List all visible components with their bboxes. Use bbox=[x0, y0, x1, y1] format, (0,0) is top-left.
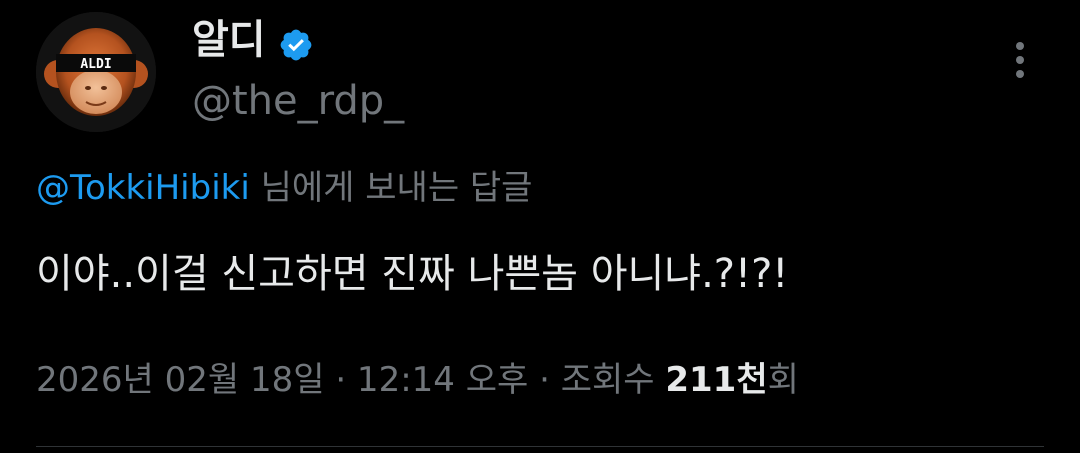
view-count: 211천 bbox=[665, 360, 768, 400]
reply-context: @TokkiHibiki 님에게 보내는 답글 bbox=[36, 164, 532, 212]
author-display-name[interactable]: 알디 bbox=[192, 12, 314, 68]
more-options-button[interactable] bbox=[1002, 36, 1038, 84]
more-vertical-icon bbox=[1016, 42, 1024, 78]
svg-text:ALDI: ALDI bbox=[80, 57, 111, 72]
timestamp-link[interactable]: 2026년 02월 18일 · 12:14 오후 · 조회수 bbox=[36, 360, 665, 400]
author-handle[interactable]: @the_rdp_ bbox=[192, 74, 404, 128]
tweet-card: ALDI 알디 @the_rdp_ @TokkiHibiki 님에게 보내는 답… bbox=[0, 0, 1080, 453]
reply-mention-link[interactable]: @TokkiHibiki bbox=[36, 168, 250, 208]
divider bbox=[36, 446, 1044, 447]
avatar[interactable]: ALDI bbox=[36, 12, 156, 132]
tweet-meta: 2026년 02월 18일 · 12:14 오후 · 조회수 211천회 bbox=[36, 354, 799, 406]
verified-badge-icon bbox=[278, 22, 314, 61]
reply-suffix: 님에게 보내는 답글 bbox=[260, 168, 533, 208]
tweet-text: 이야..이걸 신고하면 진짜 나쁜놈 아니냐.?!?! bbox=[36, 251, 789, 297]
display-name-text[interactable]: 알디 bbox=[192, 12, 266, 68]
view-count-suffix: 회 bbox=[767, 360, 799, 400]
